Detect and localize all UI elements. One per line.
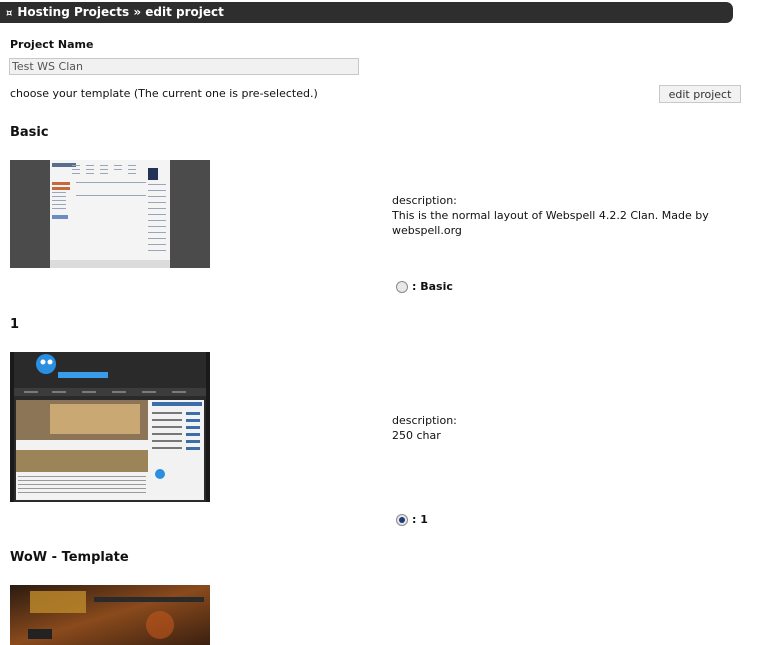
template-option-basic[interactable]: : Basic — [396, 280, 453, 293]
page-title: Hosting Projects » edit project — [17, 5, 224, 19]
template-preview-basic[interactable] — [10, 160, 210, 268]
template-screenshot-basic — [10, 160, 210, 268]
template-screenshot-wow — [10, 585, 210, 645]
description-label: description: — [392, 194, 457, 207]
template-name-basic: Basic — [10, 125, 49, 140]
template-screenshot-1 — [10, 352, 210, 502]
template-hint: choose your template (The current one is… — [10, 87, 318, 100]
template-description-1: description: 250 char — [392, 413, 732, 443]
project-name-label: Project Name — [10, 38, 94, 51]
template-radio-label: : Basic — [412, 280, 453, 293]
description-text: 250 char — [392, 429, 441, 442]
template-name-1: 1 — [10, 317, 20, 332]
template-option-1[interactable]: : 1 — [396, 513, 428, 526]
page-header: ¤ Hosting Projects » edit project — [0, 2, 733, 23]
hosting-icon: ¤ — [6, 8, 13, 19]
template-description-basic: description: This is the normal layout o… — [392, 193, 732, 238]
description-label: description: — [392, 414, 457, 427]
description-text: This is the normal layout of Webspell 4.… — [392, 209, 709, 237]
template-preview-wow[interactable] — [10, 585, 210, 645]
template-radio-basic[interactable] — [396, 280, 408, 293]
template-preview-1[interactable] — [10, 352, 210, 502]
template-radio-1[interactable] — [396, 513, 408, 526]
template-name-wow: WoW - Template — [10, 550, 129, 565]
edit-project-button[interactable]: edit project — [659, 85, 741, 103]
project-name-input[interactable] — [9, 58, 359, 75]
template-radio-label: : 1 — [412, 513, 428, 526]
